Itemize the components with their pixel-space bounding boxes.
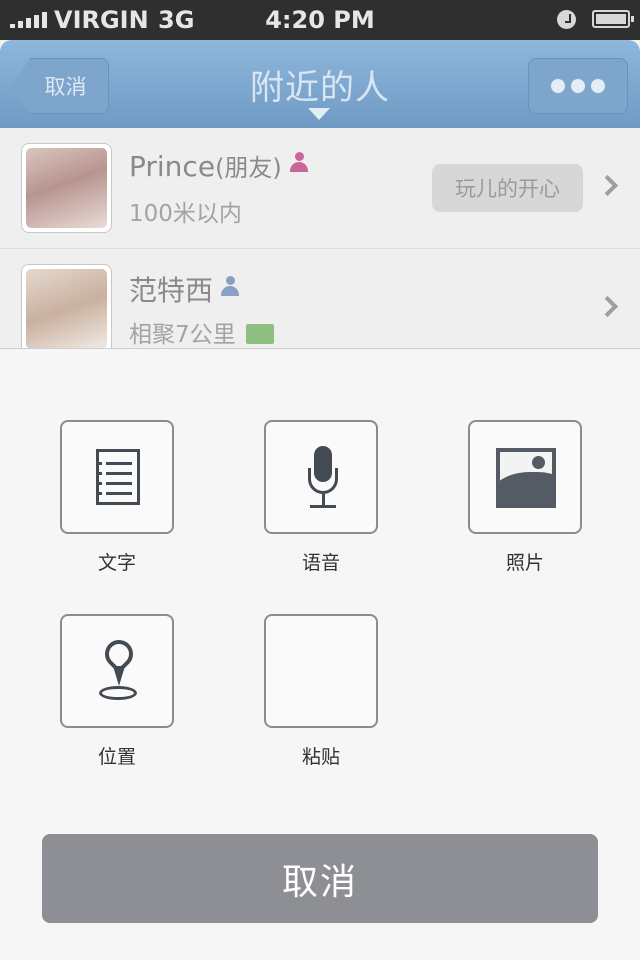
status-bar: VIRGIN 3G 4:20 PM (0, 0, 640, 40)
chevron-right-icon (596, 174, 619, 197)
action-label: 位置 (97, 746, 136, 768)
action-label: 照片 (505, 552, 544, 574)
text-icon (96, 449, 140, 505)
action-text[interactable]: 文字 (60, 420, 174, 575)
distance-text: 相聚7公里 (129, 322, 236, 348)
action-label: 粘贴 (301, 746, 340, 768)
avatar (21, 143, 112, 233)
dot-icon (591, 79, 605, 93)
action-paste[interactable]: 粘贴 (264, 614, 378, 769)
friend-tag: (朋友) (215, 154, 282, 182)
action-label: 文字 (97, 552, 136, 574)
action-location[interactable]: 位置 (60, 614, 174, 769)
dropdown-arrow-icon[interactable] (308, 108, 330, 120)
mic-icon (308, 446, 338, 512)
distance-text: 100米以内 (129, 201, 242, 227)
attachment-action-sheet: 文字 语音 照片 位置 粘贴 取消 (0, 348, 640, 960)
battery-icon (592, 10, 634, 28)
male-icon (221, 276, 240, 296)
dot-icon (551, 79, 565, 93)
action-photo[interactable]: 照片 (468, 420, 582, 575)
person-name: 范特西 (129, 274, 214, 307)
action-voice[interactable]: 语音 (264, 420, 378, 575)
list-item[interactable]: Prince(朋友) 100米以内 玩儿的开心 (0, 128, 640, 249)
dot-icon (571, 79, 585, 93)
status-time: 4:20 PM (265, 6, 375, 34)
female-icon (289, 152, 308, 172)
photo-icon (496, 448, 556, 508)
chevron-right-icon (596, 295, 619, 318)
avatar (21, 264, 112, 354)
more-button[interactable] (528, 58, 628, 114)
photo-icon (245, 324, 274, 344)
action-label: 语音 (301, 552, 340, 574)
alarm-clock-icon (557, 10, 576, 29)
nearby-people-list: Prince(朋友) 100米以内 玩儿的开心 范特西 相聚7公里 (0, 128, 640, 370)
location-pin-icon (99, 634, 139, 704)
person-name: Prince (129, 150, 216, 183)
status-badge: 玩儿的开心 (432, 164, 583, 212)
cancel-button[interactable]: 取消 (42, 834, 598, 923)
